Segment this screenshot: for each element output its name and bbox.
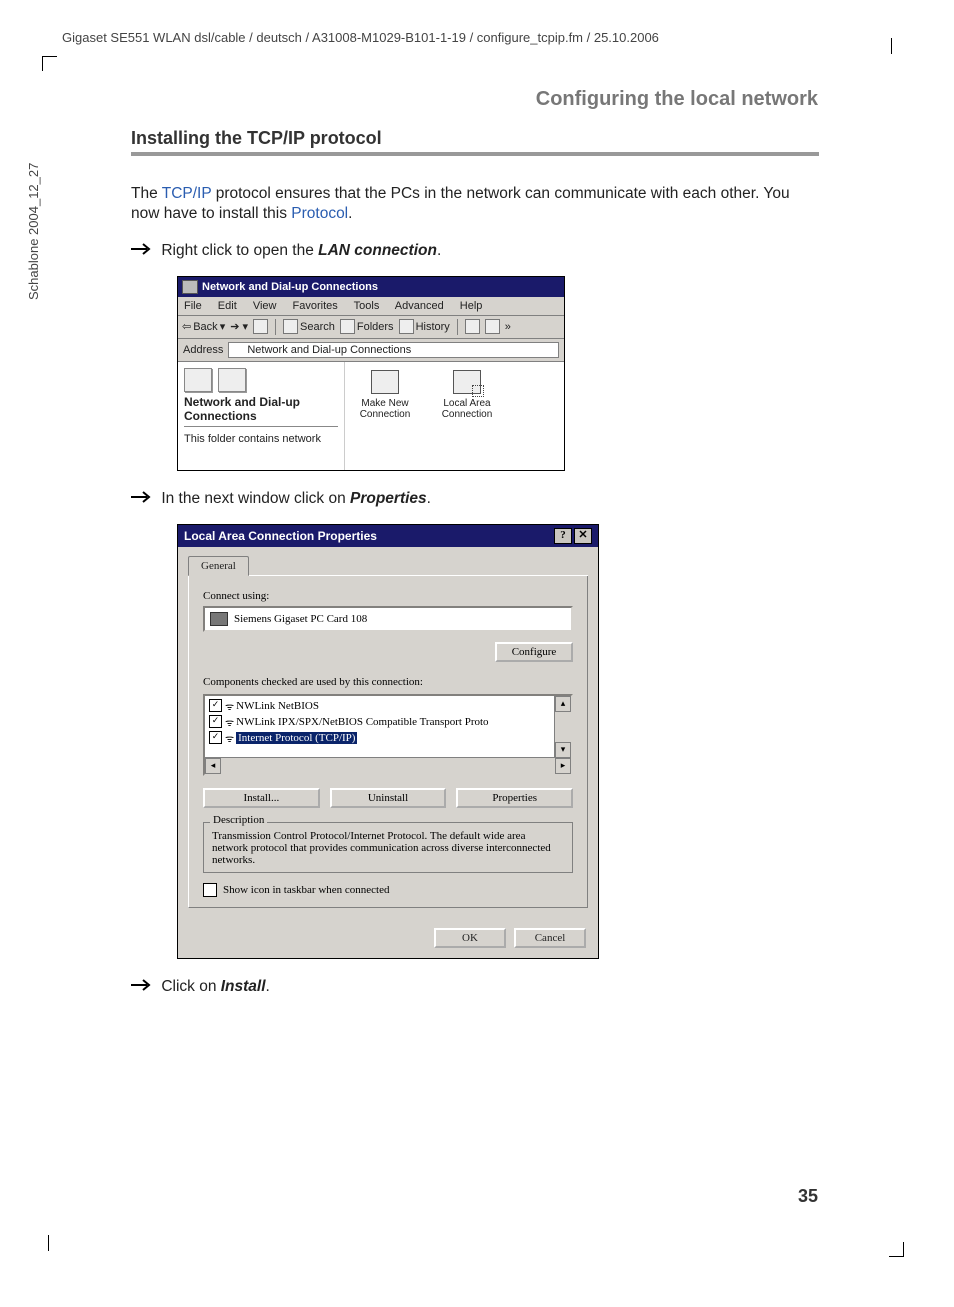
dialog-title: Local Area Connection Properties [184,529,377,543]
menu-file[interactable]: File [184,300,202,312]
make-new-connection-item[interactable]: Make New Connection [355,370,415,462]
description-group: Description Transmission Control Protoco… [203,822,573,873]
address-label: Address [183,344,223,356]
figure-lan-properties: Local Area Connection Properties ? ✕ Gen… [177,524,599,959]
arrow-icon [131,489,157,510]
adapter-name: Siemens Gigaset PC Card 108 [234,613,367,625]
menu-favorites[interactable]: Favorites [293,300,338,312]
protocol-icon: ᯤ [225,699,233,713]
menu-advanced[interactable]: Advanced [395,300,444,312]
search-icon [283,319,298,334]
checkbox-unchecked-icon[interactable] [203,883,217,897]
step-1: Right click to open the LAN connection. [131,241,819,262]
back-button[interactable]: ⇦Back ▾ [182,320,225,333]
crop-mark [891,38,892,54]
configure-button[interactable]: Configure [495,642,573,662]
install-button[interactable]: Install... [203,788,320,808]
scroll-left-icon[interactable]: ◂ [205,758,221,774]
menu-help[interactable]: Help [460,300,483,312]
vertical-scrollbar[interactable]: ▴▾ [554,696,571,758]
connect-using-label: Connect using: [203,590,573,602]
components-listbox[interactable]: ✓ᯤNWLink NetBIOS ✓ᯤNWLink IPX/SPX/NetBIO… [203,694,573,776]
protocol-icon: ᯤ [225,731,233,745]
tcpip-link[interactable]: TCP/IP [162,185,212,202]
local-area-connection-item[interactable]: Local Area Connection [437,370,497,462]
intro-paragraph: The TCP/IP protocol ensures that the PCs… [131,184,819,226]
toolbar-icon[interactable] [465,319,480,334]
header-path: Gigaset SE551 WLAN dsl/cable / deutsch /… [62,30,659,45]
scroll-right-icon[interactable]: ▸ [555,758,571,774]
menu-tools[interactable]: Tools [354,300,380,312]
card-icon [210,612,228,626]
history-button[interactable]: History [399,319,450,334]
folders-icon [340,319,355,334]
forward-button[interactable]: ➔ ▾ [230,320,248,333]
folders-button[interactable]: Folders [340,319,394,334]
description-text: Transmission Control Protocol/Internet P… [212,830,564,866]
close-button[interactable]: ✕ [574,528,592,544]
window-titlebar: Network and Dial-up Connections [178,277,564,297]
pane-title: Network and Dial-up Connections [184,396,338,424]
arrow-icon [131,241,157,262]
window-title: Network and Dial-up Connections [202,281,378,293]
history-icon [399,319,414,334]
network-icon [184,368,212,392]
step-3: Click on Install. [131,977,819,998]
crop-mark [889,1242,904,1257]
protocol-icon: ᯤ [225,715,233,729]
uninstall-button[interactable]: Uninstall [330,788,447,808]
overflow-icon[interactable]: » [505,321,511,333]
checkbox-checked-icon[interactable]: ✓ [209,699,222,712]
horizontal-scrollbar[interactable]: ◂▸ [205,757,571,774]
figure-network-connections: Network and Dial-up Connections File Edi… [177,276,565,471]
page-number: 35 [798,1186,818,1207]
section-title: Installing the TCP/IP protocol [131,128,382,149]
connection-icon [371,370,399,394]
step-2: In the next window click on Properties. [131,489,819,510]
folder-icon [232,345,244,355]
address-bar: Address Network and Dial-up Connections [178,339,564,362]
arrow-icon [131,977,157,998]
up-icon[interactable] [253,319,268,334]
explorer-left-pane: Network and Dial-up Connections This fol… [178,362,345,470]
network-icon [218,368,246,392]
show-icon-checkbox[interactable]: Show icon in taskbar when connected [203,883,573,897]
scroll-down-icon[interactable]: ▾ [555,742,571,758]
dialog-titlebar: Local Area Connection Properties ? ✕ [178,525,598,547]
menu-view[interactable]: View [253,300,277,312]
menu-edit[interactable]: Edit [218,300,237,312]
pane-description: This folder contains network [184,433,338,445]
cancel-button[interactable]: Cancel [514,928,586,948]
scroll-up-icon[interactable]: ▴ [555,696,571,712]
crop-mark [42,56,57,71]
template-date-vertical: Schablone 2004_12_27 [26,163,41,300]
menu-bar[interactable]: File Edit View Favorites Tools Advanced … [178,297,564,316]
section-rule [131,152,819,156]
component-item[interactable]: ✓ᯤNWLink IPX/SPX/NetBIOS Compatible Tran… [207,714,569,730]
help-button[interactable]: ? [554,528,572,544]
chapter-title: Configuring the local network [536,88,818,111]
protocol-link[interactable]: Protocol [291,205,348,222]
folder-icon [182,280,198,294]
lan-icon [453,370,481,394]
component-item-selected[interactable]: ✓ᯤInternet Protocol (TCP/IP) [207,730,569,746]
toolbar-icon[interactable] [485,319,500,334]
checkbox-checked-icon[interactable]: ✓ [209,715,222,728]
search-button[interactable]: Search [283,319,335,334]
address-field[interactable]: Network and Dial-up Connections [228,342,559,358]
toolbar: ⇦Back ▾ ➔ ▾ Search Folders History » [178,316,564,339]
tab-general[interactable]: General [188,556,249,576]
adapter-box: Siemens Gigaset PC Card 108 [203,606,573,632]
properties-button[interactable]: Properties [456,788,573,808]
component-item[interactable]: ✓ᯤNWLink NetBIOS [207,698,569,714]
description-label: Description [210,814,267,826]
crop-mark [48,1235,49,1251]
ok-button[interactable]: OK [434,928,506,948]
checkbox-checked-icon[interactable]: ✓ [209,731,222,744]
components-label: Components checked are used by this conn… [203,676,573,688]
